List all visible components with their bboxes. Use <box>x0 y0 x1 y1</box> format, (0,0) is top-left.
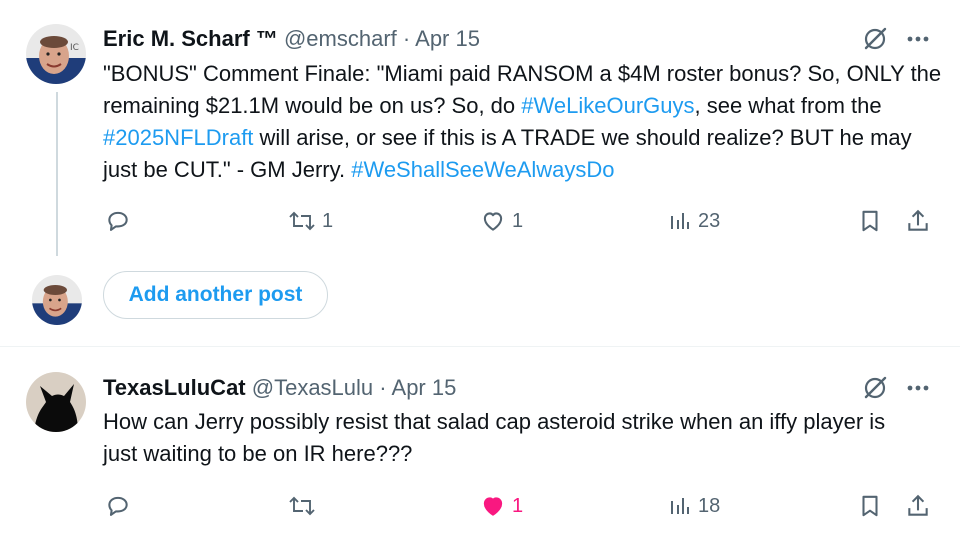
reply-button[interactable] <box>105 208 137 234</box>
avatar[interactable]: IC <box>26 24 86 84</box>
svg-text:IC: IC <box>70 43 79 53</box>
repost-button[interactable]: 1 <box>288 208 333 234</box>
like-count: 1 <box>512 494 524 517</box>
more-dots-icon <box>907 385 929 391</box>
share-button[interactable] <box>905 493 931 519</box>
post-date[interactable]: Apr 15 <box>392 375 457 400</box>
views-bars-icon <box>671 213 689 229</box>
avatar[interactable] <box>26 372 86 432</box>
like-count: 1 <box>512 209 524 232</box>
repost-count: 1 <box>322 209 334 232</box>
share-upload-icon <box>908 209 928 231</box>
views-bars-icon <box>671 498 689 514</box>
bookmark-icon <box>862 210 878 232</box>
display-name[interactable]: Eric M. Scharf ™ <box>103 26 278 51</box>
heart-icon <box>483 497 503 516</box>
post-text: How can Jerry possibly resist that salad… <box>103 409 886 466</box>
more-button[interactable] <box>905 377 931 399</box>
more-dots-icon <box>907 36 929 42</box>
hashtag-link[interactable]: #2025NFLDraft <box>103 125 253 150</box>
post-date[interactable]: Apr 15 <box>415 26 480 51</box>
heart-icon <box>483 212 503 231</box>
grok-slash-icon <box>864 27 887 50</box>
more-button[interactable] <box>905 28 931 50</box>
grok-slash-icon <box>864 376 887 399</box>
add-another-post-button[interactable]: Add another post <box>103 271 328 319</box>
tweet-header: TexasLuluCat @TexasLulu · Apr 15 <box>103 373 456 403</box>
views-button[interactable]: 23 <box>668 208 720 234</box>
separator: · <box>379 375 387 400</box>
repost-button[interactable] <box>288 493 322 519</box>
bookmark-icon <box>862 495 878 517</box>
share-upload-icon <box>908 494 928 516</box>
like-button[interactable]: 1 <box>480 208 523 234</box>
grok-button[interactable] <box>862 375 888 401</box>
repost-arrows-icon <box>289 496 315 516</box>
separator: · <box>402 26 411 51</box>
grok-button[interactable] <box>862 26 888 52</box>
post-text: "BONUS" Comment Finale: "Miami paid RANS… <box>103 58 943 186</box>
view-count: 18 <box>698 494 721 517</box>
like-button[interactable]: 1 <box>480 493 523 519</box>
hashtag-link[interactable]: #WeShallSeeWeAlwaysDo <box>351 157 614 182</box>
reply-bubble-icon <box>108 496 128 516</box>
hashtag-link[interactable]: #WeLikeOurGuys <box>521 93 694 118</box>
reply-bubble-icon <box>108 211 128 231</box>
avatar <box>32 275 82 325</box>
bookmark-button[interactable] <box>857 493 883 519</box>
handle[interactable]: @TexasLulu <box>252 375 373 400</box>
reply-button[interactable] <box>105 493 137 519</box>
bookmark-button[interactable] <box>857 208 883 234</box>
handle[interactable]: @emscharf <box>284 26 397 51</box>
share-button[interactable] <box>905 208 931 234</box>
post-text-segment: , see what from the <box>694 93 882 118</box>
repost-arrows-icon <box>289 211 315 231</box>
divider <box>0 346 960 347</box>
view-count: 23 <box>698 209 721 232</box>
tweet-header: Eric M. Scharf ™ @emscharf · Apr 15 <box>103 24 480 54</box>
thread-connector-line <box>56 92 58 256</box>
display-name[interactable]: TexasLuluCat <box>103 375 246 400</box>
views-button[interactable]: 18 <box>668 493 720 519</box>
